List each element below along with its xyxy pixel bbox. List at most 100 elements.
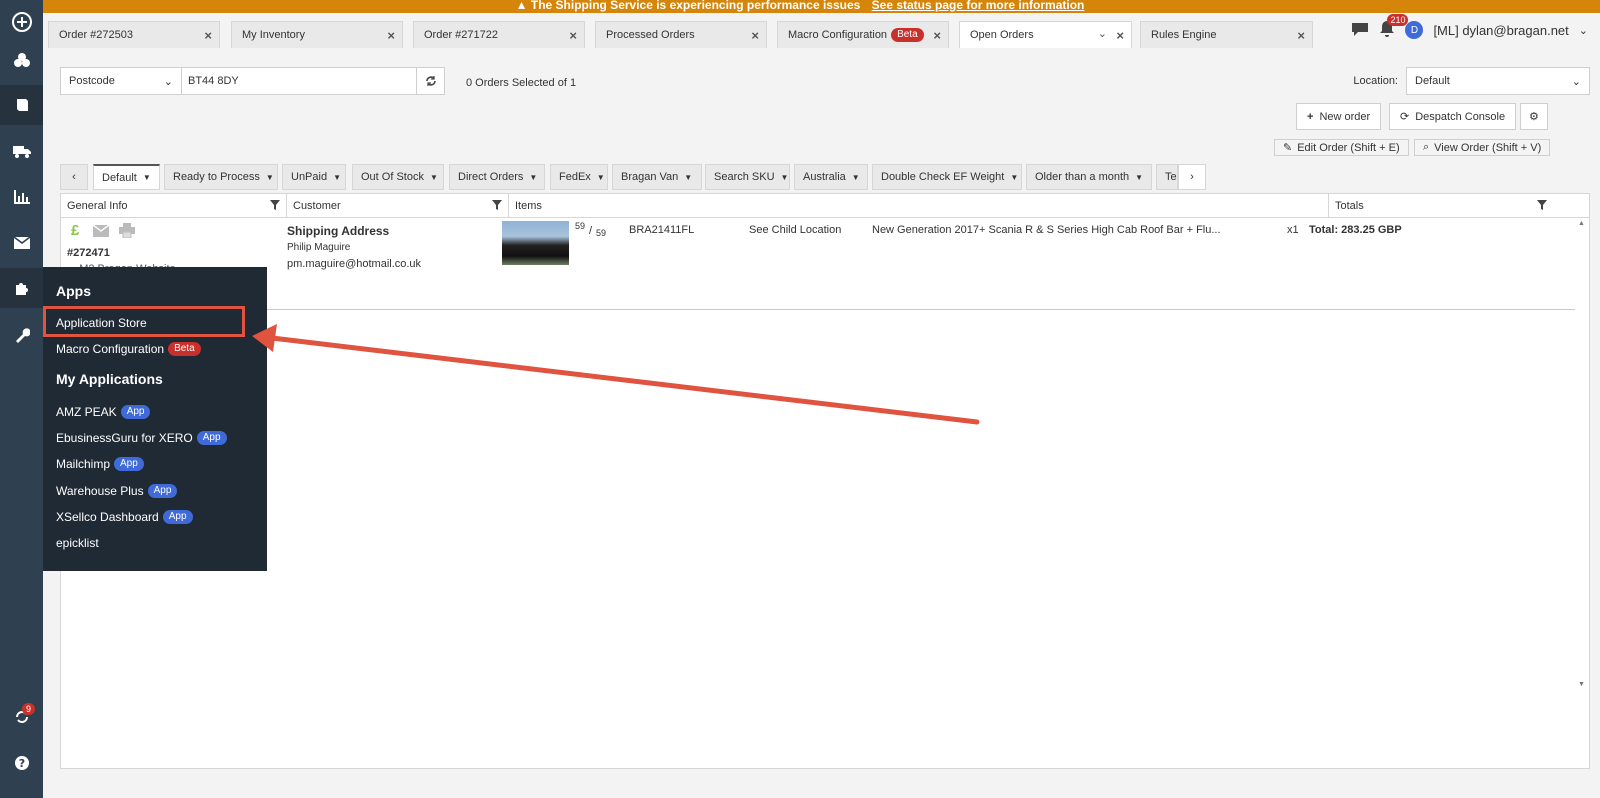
despatch-console-label: Despatch Console [1415, 110, 1506, 123]
scroll-up-icon[interactable]: ▲ [1578, 220, 1585, 227]
table-row[interactable]: £ #272471 ... M2 Bragan Website Shipping… [61, 218, 1575, 310]
printer-icon[interactable] [119, 223, 135, 241]
vertical-scrollbar[interactable]: ▲ ▼ [1575, 218, 1589, 688]
close-icon[interactable]: × [1116, 28, 1124, 43]
search-input-value: BT44 8DY [188, 75, 239, 87]
apps-heading: Apps [56, 283, 91, 299]
view-tab-bragan-van[interactable]: Bragan Van ▼ [612, 164, 702, 190]
view-tab-search-sku[interactable]: Search SKU ▼ [705, 164, 790, 190]
tab-processed-orders[interactable]: Processed Orders × [595, 21, 767, 48]
search-field-select[interactable]: Postcode ⌄ [60, 67, 182, 95]
view-tab-label: UnPaid [291, 171, 328, 183]
truck-icon[interactable] [0, 131, 43, 171]
edit-order-button[interactable]: ✎ Edit Order (Shift + E) [1274, 139, 1409, 156]
despatch-console-button[interactable]: ⟳ Despatch Console [1389, 103, 1517, 130]
app-item-xsellco-dashboard[interactable]: XSellco Dashboard App [56, 510, 193, 524]
view-tab-unpaid[interactable]: UnPaid ▼ [282, 164, 346, 190]
user-email[interactable]: [ML] dylan@bragan.net [1433, 23, 1568, 38]
view-tab-default[interactable]: Default ▼ [93, 164, 160, 190]
tab-label: Macro Configuration [788, 29, 888, 41]
filter-icon[interactable] [270, 200, 280, 213]
close-icon[interactable]: × [1297, 28, 1305, 43]
filter-icon[interactable] [1537, 200, 1547, 213]
banner-message: The Shipping Service is experiencing per… [530, 0, 861, 12]
scroll-down-icon[interactable]: ▼ [1578, 681, 1585, 688]
wrench-icon[interactable] [0, 315, 43, 355]
tab-my-inventory[interactable]: My Inventory × [231, 21, 403, 48]
view-tab-direct-orders[interactable]: Direct Orders ▼ [449, 164, 545, 190]
tab-open-orders[interactable]: Open Orders ⌄ × [959, 21, 1132, 48]
app-item-ebusinessguru[interactable]: EbusinessGuru for XERO App [56, 431, 227, 445]
column-label: Items [515, 200, 542, 212]
view-order-label: View Order (Shift + V) [1434, 141, 1542, 154]
orders-book-icon[interactable] [0, 85, 43, 125]
column-totals[interactable]: Totals [1329, 194, 1553, 218]
view-order-button[interactable]: ⌕ View Order (Shift + V) [1414, 139, 1551, 156]
new-order-button[interactable]: + New order [1296, 103, 1382, 130]
tab-label: My Inventory [242, 29, 305, 41]
app-item-mailchimp[interactable]: Mailchimp App [56, 457, 144, 471]
envelope-icon[interactable] [92, 224, 110, 240]
chevron-down-icon: ⌄ [1571, 75, 1581, 88]
new-order-label: New order [1319, 110, 1371, 123]
view-tab-label: FedEx [559, 171, 591, 183]
pound-icon: £ [71, 222, 80, 239]
close-icon[interactable]: × [204, 28, 212, 43]
view-tab-out-of-stock[interactable]: Out Of Stock ▼ [352, 164, 444, 190]
filter-icon[interactable] [492, 200, 502, 213]
views-prev-button[interactable]: ‹ [60, 164, 88, 190]
sync-icon[interactable]: 9 [0, 697, 43, 737]
dashboard-icon[interactable] [0, 40, 43, 80]
refresh-button[interactable] [417, 67, 445, 95]
settings-button[interactable]: ⚙ [1520, 103, 1548, 130]
puzzle-icon[interactable] [0, 268, 43, 308]
view-tab-truncated[interactable]: Te [1156, 164, 1178, 190]
menu-item-label: epicklist [56, 536, 99, 550]
refresh-icon: ⟳ [1400, 111, 1410, 123]
column-customer[interactable]: Customer [287, 194, 509, 218]
column-label: Totals [1335, 200, 1364, 212]
tab-order-272503[interactable]: Order #272503 × [48, 21, 220, 48]
tab-rules-engine[interactable]: Rules Engine × [1140, 21, 1313, 48]
status-page-link[interactable]: See status page for more information [872, 0, 1085, 12]
search-input[interactable]: BT44 8DY [182, 67, 417, 95]
chevron-down-icon[interactable]: ⌄ [1098, 27, 1107, 40]
view-tab-older-than-a-month[interactable]: Older than a month ▼ [1026, 164, 1152, 190]
views-next-button[interactable]: › [1178, 164, 1206, 190]
location-select[interactable]: Default ⌄ [1406, 67, 1590, 95]
tab-macro-configuration[interactable]: Macro Configuration Beta × [777, 21, 949, 48]
chevron-down-icon[interactable]: ⌄ [1579, 24, 1588, 37]
search-field-value: Postcode [69, 75, 115, 87]
mail-icon[interactable] [0, 223, 43, 263]
close-icon[interactable]: × [933, 28, 941, 43]
view-tab-double-check-ef-weight[interactable]: Double Check EF Weight ▼ [872, 164, 1022, 190]
order-number[interactable]: #272471 [67, 247, 110, 259]
help-icon[interactable]: ? [0, 743, 43, 783]
plus-icon: + [1307, 110, 1314, 123]
view-tab-fedex[interactable]: FedEx ▼ [550, 164, 608, 190]
highlight-box [43, 306, 245, 337]
app-item-amz-peak[interactable]: AMZ PEAK App [56, 405, 151, 419]
shipping-address-heading: Shipping Address [287, 224, 390, 238]
view-tab-australia[interactable]: Australia ▼ [794, 164, 868, 190]
chat-icon[interactable] [1351, 21, 1369, 40]
app-item-warehouse-plus[interactable]: Warehouse Plus App [56, 484, 178, 498]
column-items[interactable]: Items [509, 194, 1329, 218]
app-item-epicklist[interactable]: epicklist [56, 536, 99, 550]
item-thumbnail[interactable] [502, 221, 569, 265]
view-tab-ready-to-process[interactable]: Ready to Process ▼ [164, 164, 278, 190]
macro-configuration-item[interactable]: Macro Configuration Beta [56, 342, 201, 356]
app-badge: App [162, 510, 193, 524]
caret-down-icon: ▼ [142, 173, 151, 182]
tab-order-271722[interactable]: Order #271722 × [413, 21, 585, 48]
sync-count-badge: 9 [22, 703, 36, 715]
close-icon[interactable]: × [569, 28, 577, 43]
close-icon[interactable]: × [751, 28, 759, 43]
close-icon[interactable]: × [387, 28, 395, 43]
avatar[interactable]: D [1405, 21, 1424, 39]
bell-icon[interactable]: 210 [1379, 14, 1409, 40]
logo-icon[interactable] [0, 2, 43, 42]
column-general-info[interactable]: General Info [61, 194, 287, 218]
item-sku[interactable]: BRA21411FL [629, 224, 694, 236]
chart-icon[interactable] [0, 177, 43, 217]
